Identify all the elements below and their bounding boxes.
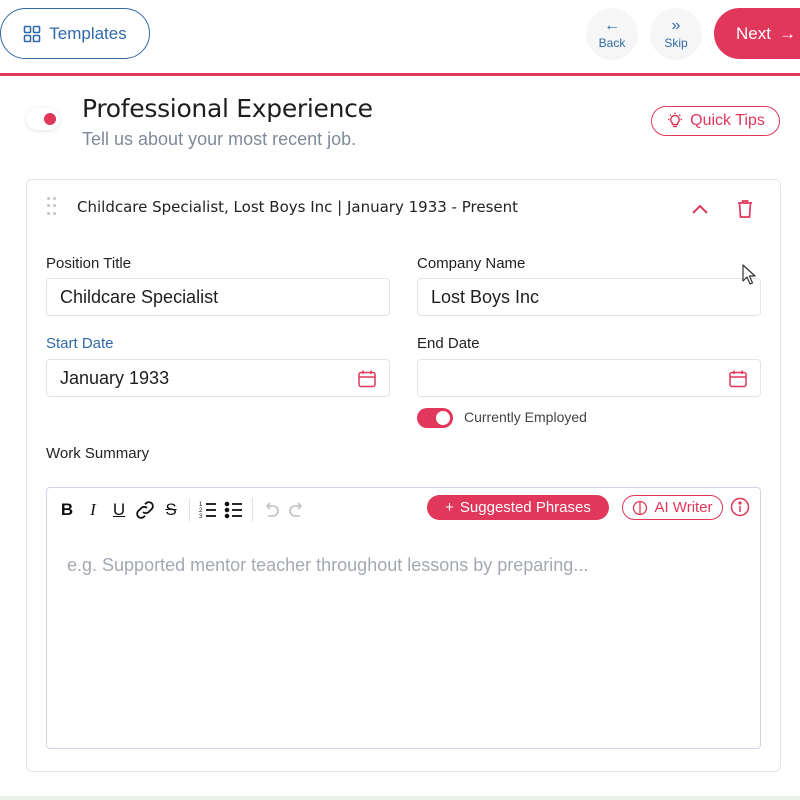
bottom-edge: [0, 796, 800, 800]
experience-entry-card: Childcare Specialist, Lost Boys Inc | Ja…: [26, 179, 781, 772]
lightbulb-icon: [668, 112, 683, 128]
section-title: Professional Experience: [82, 94, 373, 123]
start-date-input[interactable]: January 1933: [46, 359, 390, 397]
skip-label: Skip: [664, 36, 688, 50]
editor-placeholder[interactable]: e.g. Supported mentor teacher throughout…: [67, 555, 588, 576]
strikethrough-icon[interactable]: S: [159, 498, 183, 522]
ordered-list-icon[interactable]: 1 2 3: [196, 498, 220, 522]
arrow-left-icon: ←: [604, 17, 620, 34]
calendar-icon[interactable]: [728, 369, 748, 389]
position-title-input[interactable]: Childcare Specialist: [46, 278, 390, 316]
toolbar-divider: [189, 498, 190, 522]
undo-icon[interactable]: [259, 498, 283, 522]
company-name-value: Lost Boys Inc: [431, 286, 540, 307]
section-toggle[interactable]: [26, 108, 60, 130]
section-subtitle: Tell us about your most recent job.: [82, 129, 357, 149]
skip-button[interactable]: » Skip: [650, 8, 702, 60]
info-icon[interactable]: [730, 497, 750, 517]
calendar-icon[interactable]: [357, 369, 377, 389]
bold-icon[interactable]: B: [55, 498, 79, 522]
end-date-input[interactable]: [417, 359, 761, 397]
redo-icon[interactable]: [285, 498, 309, 522]
work-summary-editor[interactable]: B I U S 1 2 3 + Suggested Phrases AI Wri…: [46, 487, 761, 749]
ai-icon: [633, 500, 648, 515]
start-date-value: January 1933: [60, 367, 170, 388]
toggle-knob: [436, 411, 450, 425]
grid-icon: [23, 25, 41, 42]
entry-header[interactable]: Childcare Specialist, Lost Boys Inc | Ja…: [77, 198, 518, 216]
double-chevron-right-icon: »: [671, 17, 681, 34]
templates-label: Templates: [49, 23, 127, 43]
link-icon[interactable]: [133, 498, 157, 522]
position-title-label: Position Title: [46, 255, 132, 272]
trash-icon[interactable]: [733, 196, 757, 222]
back-button[interactable]: ← Back: [586, 8, 638, 60]
company-name-input[interactable]: Lost Boys Inc: [417, 278, 761, 316]
ai-writer-label: AI Writer: [654, 499, 713, 516]
editor-toolbar: B I U S 1 2 3: [55, 498, 309, 522]
drag-handle-icon[interactable]: [47, 197, 57, 217]
quick-tips-label: Quick Tips: [690, 112, 765, 129]
chevron-up-icon[interactable]: [687, 196, 713, 222]
svg-text:3: 3: [199, 514, 203, 520]
next-label: Next: [736, 23, 771, 43]
underline-icon[interactable]: U: [107, 498, 131, 522]
suggested-phrases-button[interactable]: + Suggested Phrases: [427, 495, 609, 520]
next-button[interactable]: Next →: [714, 8, 800, 59]
ai-writer-button[interactable]: AI Writer: [622, 495, 723, 520]
italic-icon[interactable]: I: [81, 498, 105, 522]
quick-tips-button[interactable]: Quick Tips: [651, 106, 780, 136]
currently-employed-label: Currently Employed: [464, 409, 587, 425]
position-title-value: Childcare Specialist: [60, 286, 219, 307]
end-date-label: End Date: [417, 335, 480, 352]
top-bar: Templates ← Back » Skip Next →: [0, 0, 800, 76]
work-summary-label: Work Summary: [46, 445, 150, 462]
plus-icon: +: [445, 499, 454, 516]
toggle-dot: [44, 113, 56, 125]
start-date-label: Start Date: [46, 335, 114, 352]
arrow-right-icon: →: [778, 23, 796, 43]
templates-button[interactable]: Templates: [0, 8, 150, 59]
suggested-phrases-label: Suggested Phrases: [459, 499, 591, 516]
company-name-label: Company Name: [417, 255, 526, 272]
mouse-cursor-icon: [742, 264, 756, 285]
currently-employed-toggle[interactable]: [417, 408, 453, 428]
toolbar-divider: [252, 498, 253, 522]
bullet-list-icon[interactable]: [222, 498, 246, 522]
back-label: Back: [598, 36, 626, 50]
